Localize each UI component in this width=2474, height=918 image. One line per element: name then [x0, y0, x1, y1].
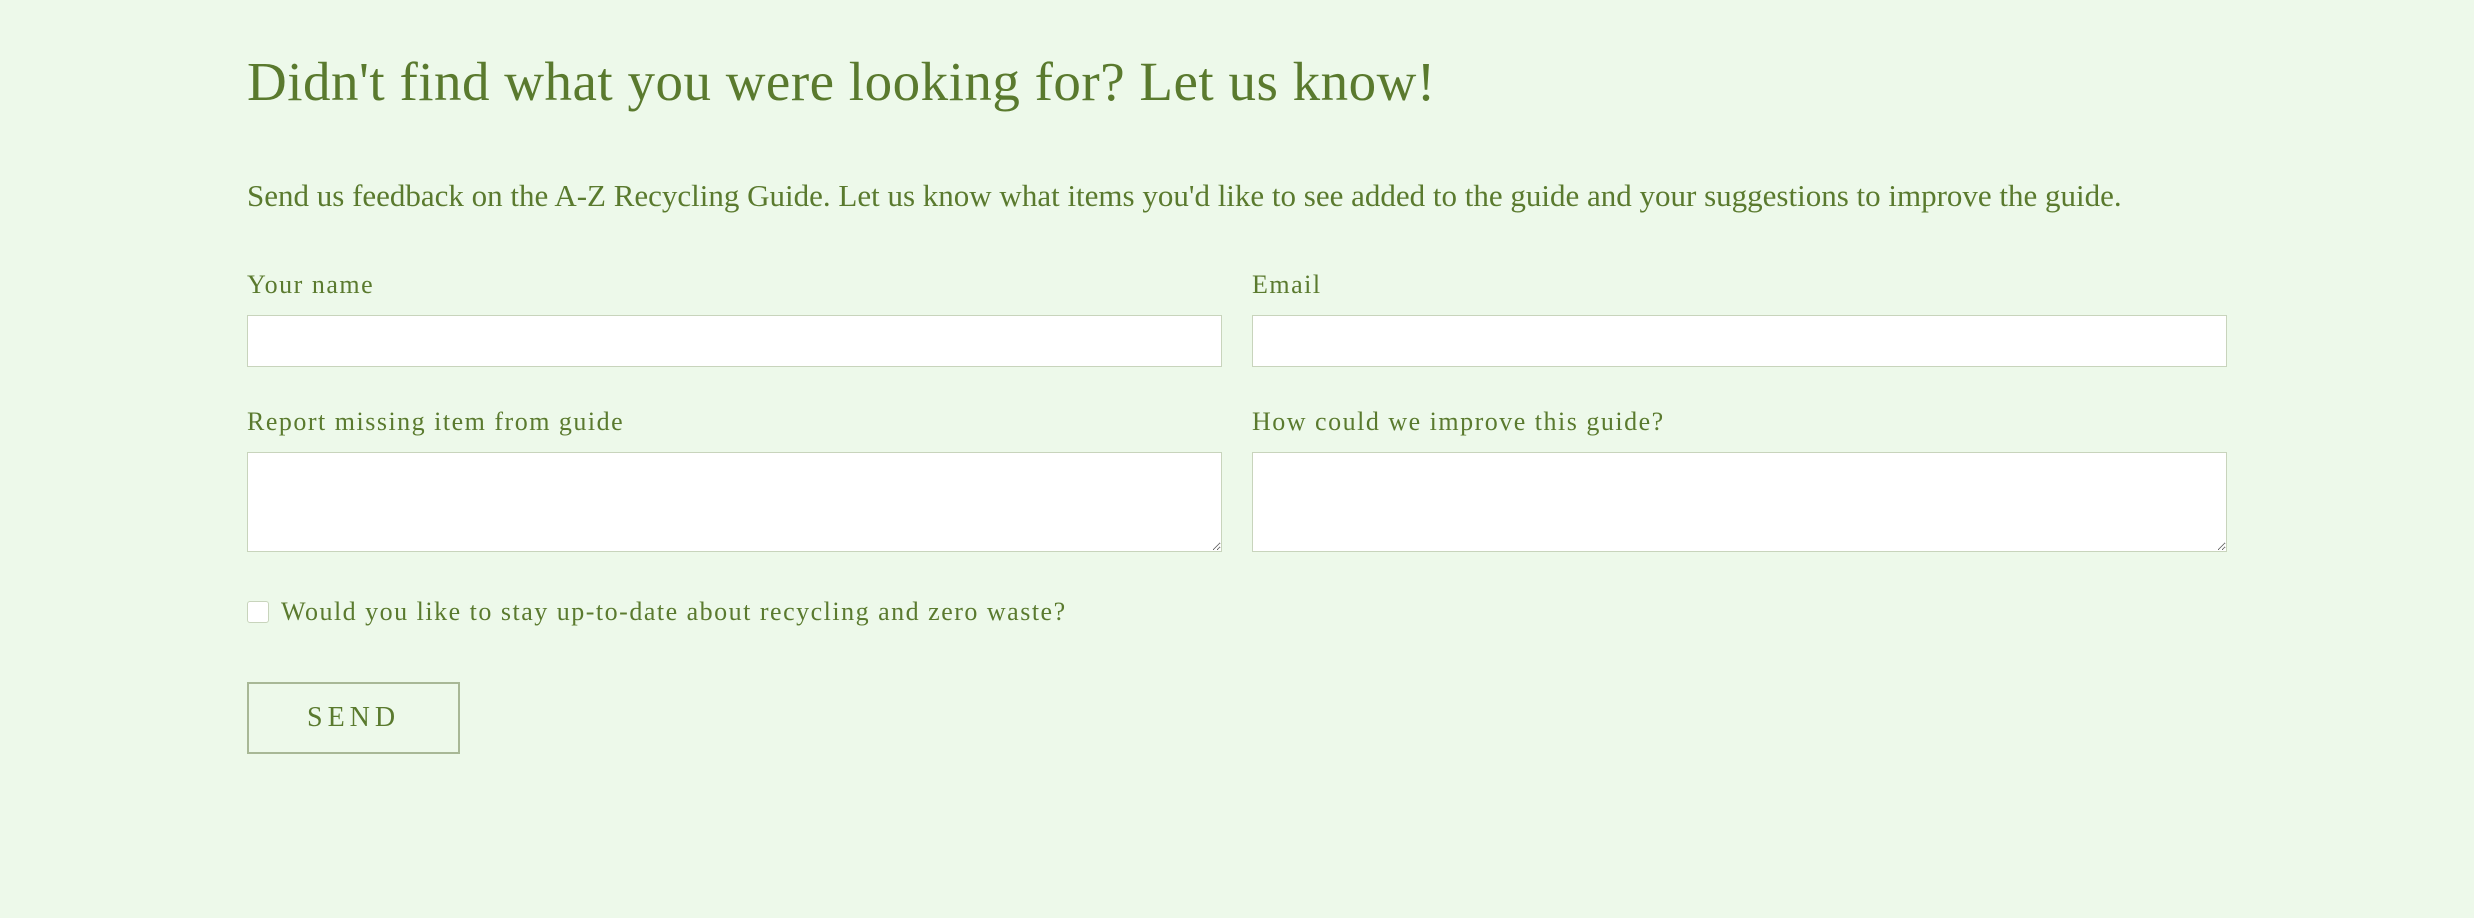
intro-paragraph: Send us feedback on the A-Z Recycling Gu…: [247, 173, 2147, 220]
send-button[interactable]: SEND: [247, 682, 460, 754]
name-label: Your name: [247, 270, 1222, 300]
name-input[interactable]: [247, 315, 1222, 367]
improve-label: How could we improve this guide?: [1252, 407, 2227, 437]
missing-item-textarea[interactable]: [247, 452, 1222, 552]
improve-field-group: How could we improve this guide?: [1252, 407, 2227, 557]
page-heading: Didn't find what you were looking for? L…: [247, 50, 2227, 113]
email-input[interactable]: [1252, 315, 2227, 367]
missing-item-label: Report missing item from guide: [247, 407, 1222, 437]
improve-textarea[interactable]: [1252, 452, 2227, 552]
newsletter-label[interactable]: Would you like to stay up-to-date about …: [281, 597, 1067, 627]
email-field-group: Email: [1252, 270, 2227, 367]
newsletter-checkbox-row: Would you like to stay up-to-date about …: [247, 597, 2227, 627]
form-row-1: Your name Email: [247, 270, 2227, 367]
email-label: Email: [1252, 270, 2227, 300]
newsletter-checkbox[interactable]: [247, 601, 269, 623]
name-field-group: Your name: [247, 270, 1222, 367]
feedback-form-container: Didn't find what you were looking for? L…: [247, 50, 2227, 754]
form-row-2: Report missing item from guide How could…: [247, 407, 2227, 557]
missing-item-field-group: Report missing item from guide: [247, 407, 1222, 557]
